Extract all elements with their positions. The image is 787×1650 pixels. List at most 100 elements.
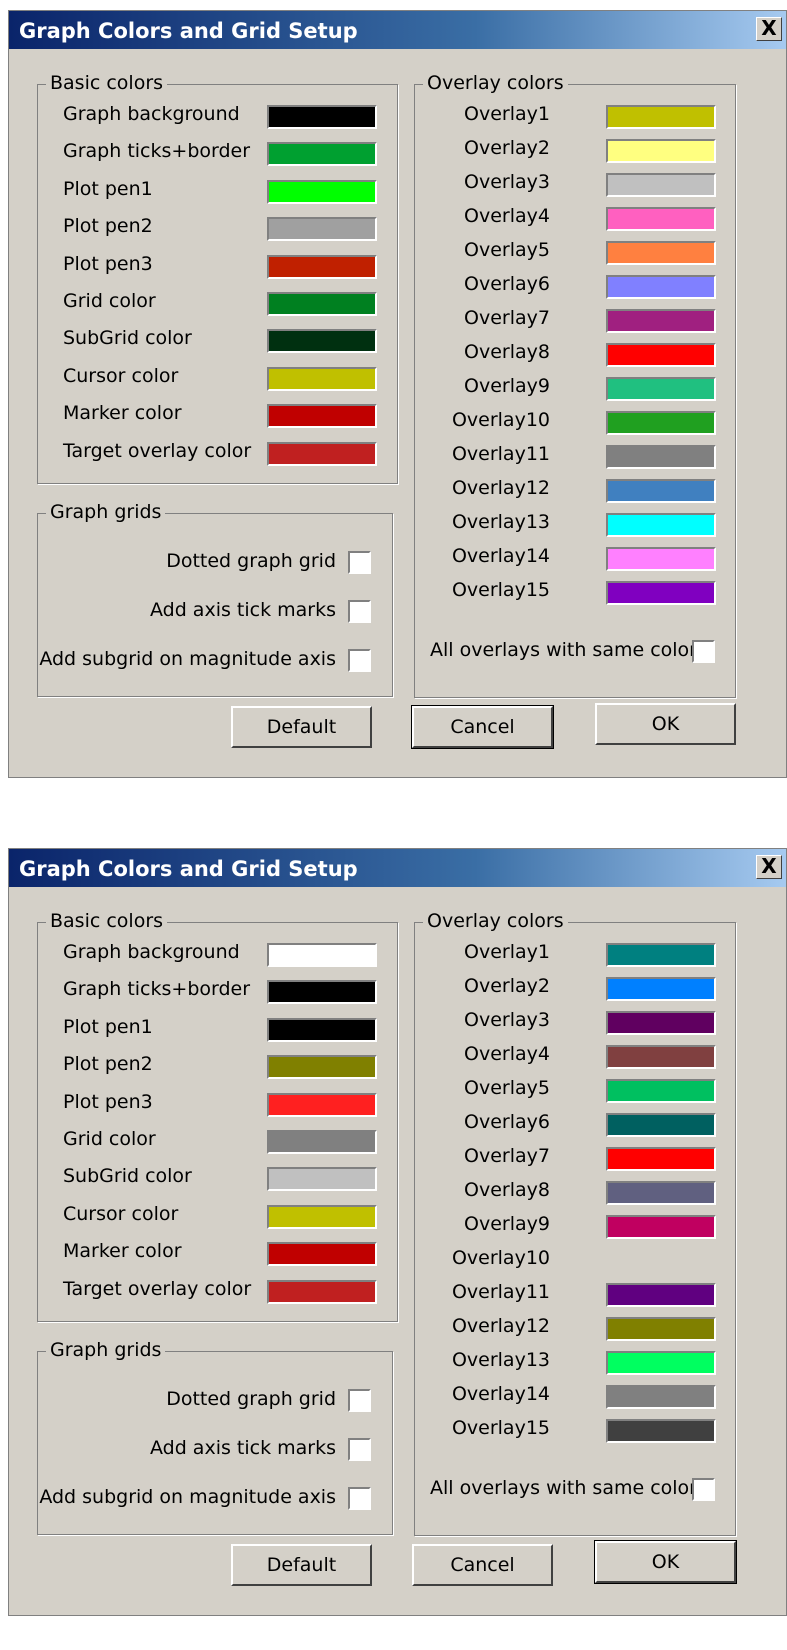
basic-color-swatch[interactable] xyxy=(267,217,377,242)
overlay-color-swatch[interactable] xyxy=(606,139,716,163)
overlay-color-swatch[interactable] xyxy=(606,173,716,197)
title-bar: Graph Colors and Grid Setup X xyxy=(9,849,786,887)
overlay-color-swatch[interactable] xyxy=(606,1317,716,1341)
basic-color-swatch[interactable] xyxy=(267,943,377,967)
basic-color-swatch[interactable] xyxy=(267,1130,377,1154)
basic-color-swatch[interactable] xyxy=(267,254,377,279)
default-button[interactable]: Default xyxy=(231,1544,372,1586)
overlay-label: Overlay3 xyxy=(464,171,550,193)
grid-option-checkbox[interactable] xyxy=(348,600,371,623)
basic-color-label: Plot pen1 xyxy=(63,177,153,200)
basic-color-swatch[interactable] xyxy=(267,404,377,429)
grid-option-checkbox[interactable] xyxy=(348,1487,371,1510)
overlay-label: Overlay14 xyxy=(451,1383,550,1405)
overlay-color-swatch[interactable] xyxy=(606,343,716,367)
overlay-color-swatch[interactable] xyxy=(606,1419,716,1443)
basic-color-swatch[interactable] xyxy=(267,1204,377,1229)
overlay-color-swatch[interactable] xyxy=(606,943,716,967)
overlay-color-swatch[interactable] xyxy=(606,1181,716,1205)
overlay-color-swatch[interactable] xyxy=(606,1385,716,1409)
overlay-label: Overlay3 xyxy=(464,1009,550,1031)
grid-option-checkbox[interactable] xyxy=(348,649,371,672)
overlay-color-swatch[interactable] xyxy=(606,1079,716,1103)
overlay-color-swatch[interactable] xyxy=(606,581,716,605)
graph-grids-group: Graph grids Dotted graph grid Add axis tic… xyxy=(37,501,393,697)
overlay-color-swatch[interactable] xyxy=(606,105,716,129)
graph-grids-legend: Graph grids xyxy=(46,501,166,523)
overlay-label: Overlay8 xyxy=(464,341,550,363)
overlay-label: Overlay7 xyxy=(464,1145,550,1167)
overlay-color-swatch[interactable] xyxy=(606,1351,716,1375)
overlay-color-swatch[interactable] xyxy=(606,207,716,231)
same-color-checkbox[interactable] xyxy=(692,1478,715,1501)
basic-color-label: Plot pen2 xyxy=(63,1053,153,1076)
overlay-label: Overlay10 xyxy=(451,409,550,431)
overlay-color-swatch[interactable] xyxy=(606,547,716,571)
basic-color-swatch[interactable] xyxy=(267,1279,377,1304)
basic-color-swatch[interactable] xyxy=(267,980,377,1005)
basic-color-swatch[interactable] xyxy=(267,1055,377,1080)
overlay-color-swatch[interactable] xyxy=(606,445,716,469)
default-button[interactable]: Default xyxy=(231,706,372,748)
basic-color-label: Plot pen3 xyxy=(63,1090,153,1113)
basic-color-swatch[interactable] xyxy=(267,366,377,391)
basic-color-swatch[interactable] xyxy=(267,1017,377,1042)
basic-colors-legend: Basic colors xyxy=(46,72,168,94)
overlay-color-swatch[interactable] xyxy=(606,309,716,333)
ok-button[interactable]: OK xyxy=(594,1540,737,1584)
basic-color-label: Target overlay color xyxy=(63,439,252,462)
cancel-button[interactable]: Cancel xyxy=(412,1544,553,1586)
color-grid-setup-dialog: Graph Colors and Grid Setup X Basic colors… xyxy=(8,10,787,778)
basic-colors-group: Basic colors Graph background Graph ticks+… xyxy=(37,72,398,484)
same-color-label: All overlays with same color xyxy=(430,639,697,661)
overlay-color-swatch[interactable] xyxy=(606,977,716,1001)
grid-option-checkbox[interactable] xyxy=(348,1438,371,1461)
overlay-color-swatch[interactable] xyxy=(606,479,716,503)
basic-color-swatch[interactable] xyxy=(267,292,377,316)
basic-color-swatch[interactable] xyxy=(267,441,377,466)
overlay-colors-group: Overlay colors Overlay1 Overlay2 Overlay3 Ov… xyxy=(414,72,736,698)
basic-color-swatch[interactable] xyxy=(267,1167,377,1192)
cancel-button[interactable]: Cancel xyxy=(411,705,554,749)
basic-color-label: Graph ticks+border xyxy=(63,140,251,163)
basic-color-label: Plot pen1 xyxy=(63,1015,153,1038)
overlay-label: Overlay1 xyxy=(464,103,550,125)
basic-colors-group: Basic colors Graph background Graph ticks+… xyxy=(37,910,398,1322)
basic-color-swatch[interactable] xyxy=(267,1092,377,1117)
basic-color-swatch[interactable] xyxy=(267,1242,377,1267)
close-button[interactable]: X xyxy=(756,17,782,41)
title-bar: Graph Colors and Grid Setup X xyxy=(9,11,786,49)
ok-button[interactable]: OK xyxy=(595,703,736,745)
overlay-label: Overlay6 xyxy=(464,273,550,295)
basic-color-label: Marker color xyxy=(63,1240,182,1263)
basic-color-label: Graph ticks+border xyxy=(63,978,251,1001)
overlay-color-swatch[interactable] xyxy=(606,275,716,299)
close-button[interactable]: X xyxy=(756,855,782,879)
basic-color-label: Plot pen3 xyxy=(63,252,153,275)
overlay-color-swatch[interactable] xyxy=(606,1011,716,1035)
basic-color-swatch[interactable] xyxy=(267,105,377,129)
overlay-label: Overlay12 xyxy=(451,1315,550,1337)
basic-color-swatch[interactable] xyxy=(267,179,377,204)
overlay-color-swatch[interactable] xyxy=(606,1147,716,1171)
grid-option-checkbox[interactable] xyxy=(348,551,371,574)
overlay-label: Overlay15 xyxy=(451,1417,550,1439)
overlay-colors-group: Overlay colors Overlay1 Overlay2 Overlay3 Ov… xyxy=(414,910,736,1536)
overlay-color-swatch[interactable] xyxy=(606,1045,716,1069)
basic-colors-legend: Basic colors xyxy=(46,910,168,932)
same-color-checkbox[interactable] xyxy=(692,640,715,663)
overlay-color-swatch[interactable] xyxy=(606,241,716,265)
overlay-label: Overlay13 xyxy=(451,1349,550,1371)
overlay-label: Overlay2 xyxy=(464,975,550,997)
overlay-color-swatch[interactable] xyxy=(606,1113,716,1137)
overlay-color-swatch[interactable] xyxy=(606,513,716,537)
grid-option-checkbox[interactable] xyxy=(348,1389,371,1412)
overlay-color-swatch[interactable] xyxy=(606,411,716,435)
overlay-color-swatch[interactable] xyxy=(606,1215,716,1239)
overlay-color-swatch[interactable] xyxy=(606,377,716,401)
overlay-colors-legend: Overlay colors xyxy=(423,910,568,932)
color-grid-setup-dialog: Graph Colors and Grid Setup X Basic colors… xyxy=(8,848,787,1616)
basic-color-swatch[interactable] xyxy=(267,329,377,354)
overlay-color-swatch[interactable] xyxy=(606,1283,716,1307)
basic-color-swatch[interactable] xyxy=(267,142,377,167)
